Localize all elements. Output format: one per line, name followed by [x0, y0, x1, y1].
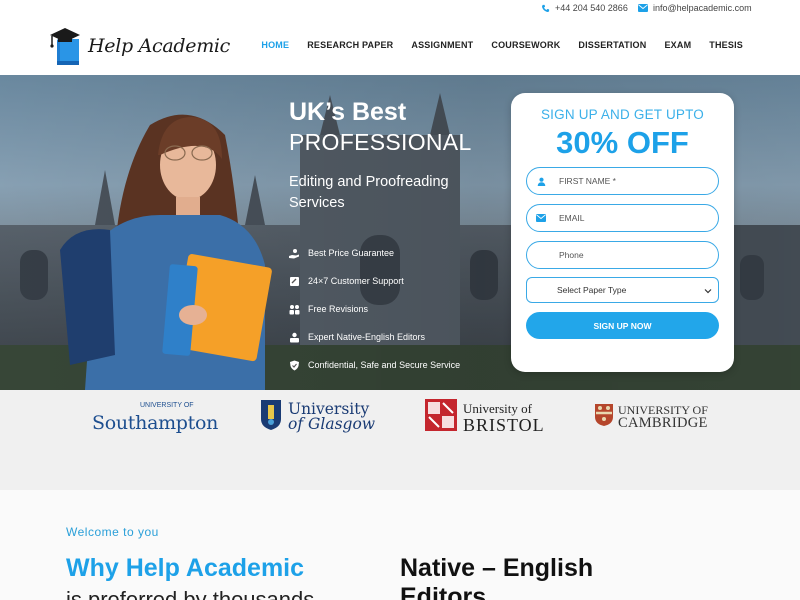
- paper-type-value: Select Paper Type: [557, 285, 627, 295]
- glasgow-crest-icon: [260, 399, 282, 436]
- shield-icon: [289, 360, 300, 371]
- hero-subtitle: Editing and Proofreading Services: [289, 174, 449, 211]
- main-nav: HOME RESEARCH PAPER ASSIGNMENT COURSEWOR…: [261, 40, 743, 50]
- phone-contact[interactable]: +44 204 540 2866: [541, 3, 628, 13]
- feature-item: Free Revisions: [289, 295, 460, 323]
- email-address: info@helpacademic.com: [653, 3, 752, 13]
- cambridge-crest-icon: [594, 403, 614, 432]
- cambridge-logo: UNIVERSITY OF CAMBRIDGE: [594, 399, 708, 435]
- revisions-icon: [289, 304, 300, 315]
- bristol-line2: BRISTOL: [463, 414, 545, 435]
- welcome-kicker: Welcome to you: [66, 525, 159, 539]
- hand-coin-icon: [289, 248, 300, 259]
- hero-title: UK’s Best: [289, 98, 407, 126]
- native-editors-heading: Native – English Editors: [400, 554, 594, 600]
- phone-icon: [541, 4, 550, 13]
- nav-home[interactable]: HOME: [261, 40, 289, 50]
- feature-label: Free Revisions: [308, 304, 369, 314]
- bristol-crest-icon: [425, 398, 457, 436]
- southampton-logo: UNIVERSITY OF Southampton: [92, 399, 218, 435]
- feature-label: Expert Native-English Editors: [308, 332, 426, 342]
- bristol-logo: University of BRISTOL: [425, 398, 545, 436]
- graduation-cap-book-icon: [48, 26, 86, 66]
- editor-icon: [289, 332, 300, 343]
- email-placeholder: EMAIL: [559, 213, 585, 223]
- nav-dissertation[interactable]: DISSERTATION: [578, 40, 646, 50]
- nav-coursework[interactable]: COURSEWORK: [491, 40, 560, 50]
- signup-form-card: SIGN UP AND GET UPTO 30% OFF FIRST NAME …: [511, 93, 734, 372]
- signup-heading: SIGN UP AND GET UPTO: [540, 107, 705, 122]
- envelope-icon: [527, 214, 555, 222]
- nav-thesis[interactable]: THESIS: [709, 40, 743, 50]
- user-icon: [527, 177, 555, 186]
- chevron-down-icon: [704, 286, 712, 296]
- phone-number: +44 204 540 2866: [555, 3, 628, 13]
- discount-offer: 30% OFF: [556, 125, 689, 160]
- first-name-field[interactable]: FIRST NAME *: [526, 167, 719, 195]
- brand-logo[interactable]: Help Academic: [48, 26, 230, 66]
- mail-icon: [638, 4, 648, 12]
- feature-list: Best Price Guarantee 24×7 Customer Suppo…: [289, 239, 460, 379]
- brand-name: Help Academic: [88, 35, 231, 57]
- email-field[interactable]: EMAIL: [526, 204, 719, 232]
- phone-field[interactable]: Phone: [526, 241, 719, 269]
- phone-placeholder: Phone: [559, 250, 584, 260]
- email-contact[interactable]: info@helpacademic.com: [638, 3, 752, 13]
- nav-assignment[interactable]: ASSIGNMENT: [411, 40, 473, 50]
- feature-label: Confidential, Safe and Secure Service: [308, 360, 461, 370]
- feature-label: Best Price Guarantee: [308, 248, 395, 258]
- university-logos-strip: UNIVERSITY OF Southampton University of …: [0, 390, 800, 490]
- cambridge-line2: CAMBRIDGE: [618, 415, 708, 431]
- nav-exam[interactable]: EXAM: [664, 40, 691, 50]
- about-section: Welcome to you Why Help Academic is pref…: [0, 490, 800, 600]
- paper-type-select[interactable]: Select Paper Type: [526, 277, 719, 303]
- feature-item: Confidential, Safe and Secure Service: [289, 351, 460, 379]
- feature-item: 24×7 Customer Support: [289, 267, 460, 295]
- why-heading: Why Help Academic: [66, 554, 305, 582]
- hero-copy: UK’s Best PROFESSIONAL Editing and Proof…: [289, 98, 472, 214]
- site-header: Help Academic HOME RESEARCH PAPER ASSIGN…: [0, 20, 800, 75]
- nav-research-paper[interactable]: RESEARCH PAPER: [307, 40, 393, 50]
- hero-title-professional: PROFESSIONAL: [289, 129, 472, 155]
- why-subheading: is preferred by thousands: [66, 587, 315, 600]
- southampton-name: Southampton: [92, 412, 219, 434]
- feature-item: Expert Native-English Editors: [289, 323, 460, 351]
- glasgow-line2: of Glasgow: [288, 415, 376, 433]
- signup-submit-button[interactable]: SIGN UP NOW: [526, 312, 719, 339]
- southampton-prefix: UNIVERSITY OF: [140, 402, 194, 409]
- feature-label: 24×7 Customer Support: [308, 276, 404, 286]
- glasgow-logo: University of Glasgow: [260, 399, 375, 435]
- top-contact-bar: +44 204 540 2866 info@helpacademic.com: [0, 0, 800, 20]
- feature-item: Best Price Guarantee: [289, 239, 460, 267]
- first-name-placeholder: FIRST NAME *: [559, 176, 616, 186]
- support-icon: [289, 276, 300, 287]
